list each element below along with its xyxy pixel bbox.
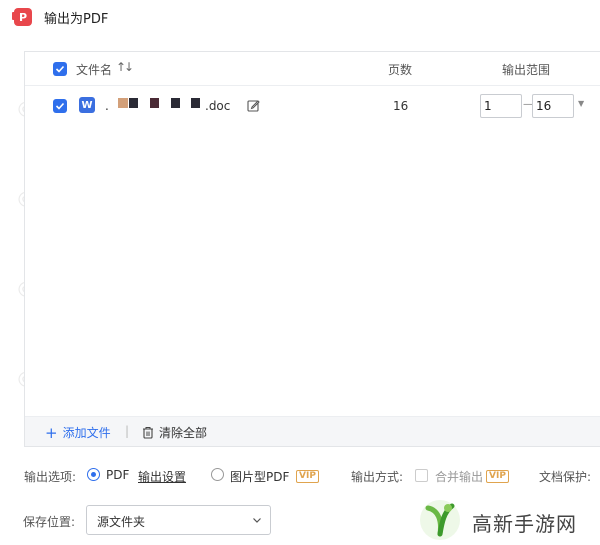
row-checkbox[interactable]	[53, 99, 67, 113]
title-bar: P 输出为PDF	[0, 0, 600, 34]
page-count: 16	[393, 99, 409, 113]
vip-badge: VIP	[486, 470, 509, 483]
redaction-block	[150, 98, 159, 108]
column-header-name: 文件名	[76, 63, 113, 77]
add-file-button[interactable]: + 添加文件	[45, 424, 111, 441]
table-header: 文件名 ↑↓ 页数 输出范围	[25, 52, 600, 86]
check-icon	[55, 102, 65, 110]
vip-badge: VIP	[296, 470, 319, 483]
clear-all-button[interactable]: 清除全部	[142, 424, 207, 441]
output-options-row: 输出选项: PDF 输出设置 图片型PDF VIP 输出方式: 合并输出 VIP…	[0, 466, 600, 486]
chevron-down-icon	[253, 518, 261, 523]
save-location-label: 保存位置:	[23, 515, 76, 529]
output-method-label: 输出方式:	[351, 470, 404, 484]
output-options-label: 输出选项:	[24, 470, 77, 484]
redaction-block	[129, 98, 138, 108]
merge-checkbox[interactable]	[415, 469, 428, 482]
file-name-prefix: .	[105, 99, 109, 113]
plus-icon: +	[45, 423, 58, 442]
pdf-app-icon: P	[14, 8, 32, 26]
table-footer: + 添加文件 | 清除全部	[25, 416, 600, 446]
sort-icon[interactable]: ↑↓	[116, 60, 134, 74]
output-settings-link[interactable]: 输出设置	[138, 468, 186, 485]
edit-icon[interactable]	[247, 99, 260, 112]
radio-pdf-label[interactable]: PDF	[106, 468, 129, 482]
redaction-block	[171, 98, 180, 108]
chevron-down-icon[interactable]: ▼	[578, 99, 584, 108]
radio-image-pdf-label[interactable]: 图片型PDF	[230, 468, 289, 485]
window-title: 输出为PDF	[44, 12, 109, 27]
brand-leaf-icon	[420, 500, 460, 540]
select-all-checkbox[interactable]	[53, 62, 67, 76]
footer-separator: |	[125, 424, 130, 438]
clear-all-label: 清除全部	[159, 426, 208, 440]
trash-icon	[143, 427, 153, 439]
word-doc-icon: W	[79, 97, 95, 113]
save-location-select[interactable]: 源文件夹	[86, 505, 271, 535]
table-row[interactable]: W . .doc 16 1 — 16 ▼	[25, 90, 600, 124]
brand-text: 高新手游网	[472, 512, 577, 536]
save-location-value: 源文件夹	[97, 515, 146, 529]
redaction-block	[118, 98, 128, 108]
check-icon	[55, 65, 65, 73]
redaction-block	[191, 98, 200, 108]
radio-image-pdf[interactable]	[211, 468, 224, 481]
save-location-row: 保存位置: 源文件夹	[0, 505, 300, 535]
range-to-input[interactable]: 16	[532, 94, 574, 118]
column-header-range: 输出范围	[502, 63, 551, 77]
brand-logo: 高新手游网	[418, 498, 600, 545]
file-table: 文件名 ↑↓ 页数 输出范围 W . .doc 16 1 — 16 ▼ + 添加…	[24, 51, 600, 447]
add-file-label: 添加文件	[62, 426, 111, 440]
range-from-input[interactable]: 1	[480, 94, 522, 118]
radio-pdf[interactable]	[87, 468, 100, 481]
doc-protect-label: 文档保护:	[539, 470, 592, 484]
merge-label[interactable]: 合并输出	[435, 468, 483, 485]
file-extension: .doc	[205, 99, 231, 113]
column-header-pages: 页数	[388, 63, 413, 77]
